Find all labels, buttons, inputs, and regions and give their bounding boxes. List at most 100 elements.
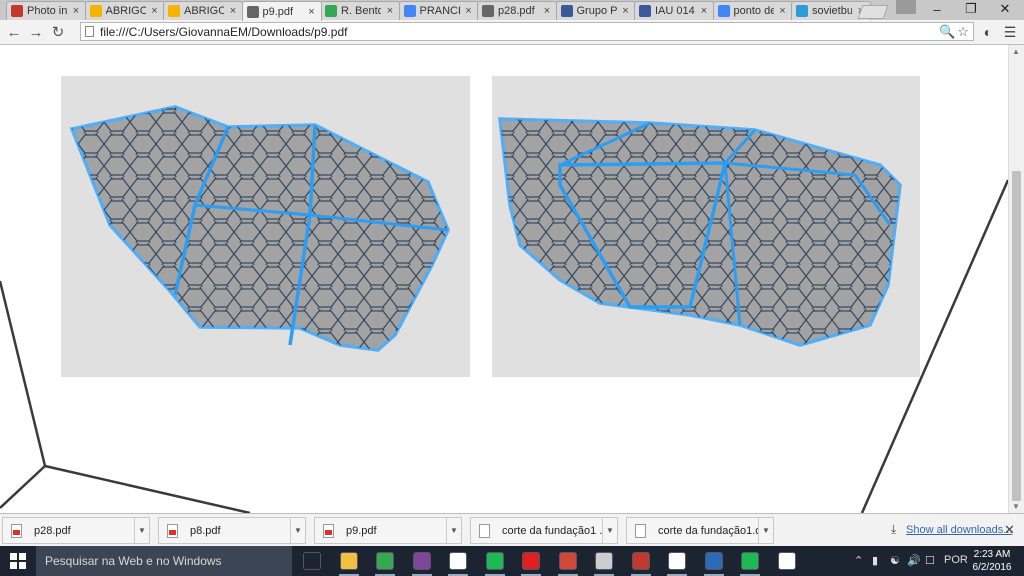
tab-0[interactable]: Photo in × — [6, 1, 86, 20]
tab-close-icon[interactable]: × — [542, 5, 552, 17]
page-icon — [246, 5, 259, 18]
tab-5[interactable]: PRANCH × — [398, 1, 479, 20]
search-box[interactable]: Pesquisar na Web e no Windows — [36, 546, 292, 576]
download-name: p8.pdf — [190, 524, 221, 537]
wifi-icon[interactable]: ☯ — [890, 554, 900, 567]
start-button[interactable] — [0, 546, 36, 576]
download-menu-icon[interactable]: ▼ — [446, 518, 461, 543]
tab-close-icon[interactable]: × — [464, 5, 474, 17]
bookmark-star-icon[interactable]: ☆ — [957, 24, 969, 40]
tab-close-icon[interactable]: × — [385, 5, 395, 17]
notifications-icon[interactable]: ☐ — [925, 554, 935, 567]
download-item[interactable]: p28.pdf ▼ — [2, 517, 150, 544]
tab-6[interactable]: p28.pdf × — [477, 1, 557, 20]
file-explorer-icon[interactable] — [337, 549, 361, 576]
show-all-downloads-link[interactable]: Show all downloads... — [906, 524, 1012, 536]
spotify-icon[interactable] — [483, 549, 507, 576]
tab-label: p9.pdf — [262, 5, 294, 18]
toolbar: ← → ↻ file:///C:/Users/GiovannaEM/Downlo… — [0, 20, 1024, 45]
task-view-glyph — [303, 552, 321, 570]
download-item[interactable]: p9.pdf ▼ — [314, 517, 462, 544]
vertical-scrollbar[interactable]: ▲ ▼ — [1008, 45, 1024, 513]
page-icon — [85, 26, 94, 37]
pdf-page — [0, 76, 1008, 513]
chrome-glyph — [376, 552, 394, 570]
image-panel-left — [61, 76, 470, 377]
download-menu-icon[interactable]: ▼ — [290, 518, 305, 543]
autocad-icon[interactable] — [519, 549, 543, 576]
menu-icon[interactable]: ☰ — [1000, 22, 1020, 42]
tab-9[interactable]: ponto de × — [712, 1, 793, 20]
tab-8[interactable]: IAU 014 × — [634, 1, 714, 20]
maps-icon — [325, 5, 337, 17]
back-button[interactable]: ← — [4, 22, 24, 42]
facebook-icon — [639, 5, 651, 17]
chrome-icon[interactable] — [373, 549, 397, 576]
scroll-up-icon[interactable]: ▲ — [1012, 47, 1020, 56]
close-window-button[interactable]: ✕ — [990, 0, 1020, 18]
tab-2[interactable]: ABRIGO × — [163, 1, 243, 20]
scroll-down-icon[interactable]: ▼ — [1012, 502, 1020, 511]
forward-button[interactable]: → — [26, 22, 46, 42]
store-icon[interactable] — [446, 549, 470, 576]
maps-app-icon[interactable] — [702, 549, 726, 576]
address-url: file:///C:/Users/GiovannaEM/Downloads/p9… — [100, 24, 348, 39]
tab-1[interactable]: ABRIGO × — [84, 1, 165, 20]
page-icon — [482, 5, 494, 17]
profile-button[interactable] — [896, 0, 916, 14]
tray-expand-icon[interactable]: ⌃ — [854, 554, 863, 567]
blog-icon — [796, 5, 808, 17]
download-item[interactable]: corte da fundação1 ....dwg▼ — [470, 517, 618, 544]
extension-icon[interactable]: ◐ — [978, 22, 998, 42]
close-shelf-icon[interactable]: ✕ — [1004, 522, 1015, 538]
google-icon — [717, 5, 730, 17]
slides-icon — [168, 5, 180, 17]
scrollbar-thumb[interactable] — [1012, 171, 1021, 501]
tab-3[interactable]: p9.pdf × — [241, 1, 322, 21]
spotify-icon[interactable] — [738, 549, 762, 576]
tab-label: p28.pdf — [498, 5, 535, 17]
clock[interactable]: 2:23 AM 6/2/2016 — [972, 548, 1012, 574]
download-menu-icon[interactable]: ▼ — [602, 518, 617, 543]
download-menu-icon[interactable]: ▼ — [758, 518, 773, 543]
download-menu-icon[interactable]: ▼ — [134, 518, 149, 543]
download-shelf: p28.pdf ▼ p8.pdf ▼ p9.pdf ▼ corte da fundação1… — [0, 513, 1024, 546]
pdf-file-icon — [323, 523, 334, 538]
tab-close-icon[interactable]: × — [621, 5, 631, 17]
language-indicator[interactable]: POR — [944, 554, 968, 566]
tab-label: Grupo Pr — [576, 5, 617, 17]
photos-icon[interactable] — [775, 549, 799, 573]
tab-close-icon[interactable]: × — [307, 6, 317, 18]
tab-close-icon[interactable]: × — [699, 5, 709, 17]
taskbar: Pesquisar na Web e no Windows ⌃ ▮ ☯ 🔊 ☐ … — [0, 546, 1024, 576]
tab-close-icon[interactable]: × — [778, 5, 788, 17]
pdf-viewer — [0, 45, 1008, 513]
new-tab-button[interactable] — [857, 5, 889, 19]
restore-button[interactable]: ❐ — [956, 0, 986, 18]
red-app-icon[interactable] — [629, 549, 653, 576]
photo-tool-icon[interactable] — [592, 549, 616, 576]
sketchup-glyph — [558, 552, 577, 570]
tab-close-icon[interactable]: × — [71, 5, 81, 17]
tab-close-icon[interactable]: × — [228, 5, 238, 17]
tab-label: Photo in — [27, 5, 67, 17]
download-item[interactable]: corte da fundação1.dwg▼ — [626, 517, 774, 544]
task-view-icon[interactable] — [300, 549, 324, 573]
tab-4[interactable]: R. Bento × — [320, 1, 400, 20]
address-bar[interactable]: file:///C:/Users/GiovannaEM/Downloads/p9… — [80, 22, 974, 41]
document-icon[interactable] — [665, 549, 689, 576]
reload-button[interactable]: ↻ — [48, 22, 68, 42]
tab-close-icon[interactable]: × — [150, 5, 160, 17]
volume-icon[interactable]: 🔊 — [907, 554, 921, 567]
pdf-file-icon — [11, 523, 22, 538]
battery-icon[interactable]: ▮ — [872, 554, 878, 567]
download-name: corte da fundação1.dwg — [658, 524, 758, 537]
pdf-file-icon — [167, 523, 178, 538]
sketchup-icon[interactable] — [556, 549, 580, 576]
download-item[interactable]: p8.pdf ▼ — [158, 517, 306, 544]
minimize-button[interactable]: – — [922, 0, 952, 18]
tor-browser-icon[interactable] — [410, 549, 434, 576]
drive-icon — [403, 5, 416, 17]
zoom-icon[interactable]: 🔍 — [939, 24, 955, 40]
tab-7[interactable]: Grupo Pr × — [555, 1, 636, 20]
